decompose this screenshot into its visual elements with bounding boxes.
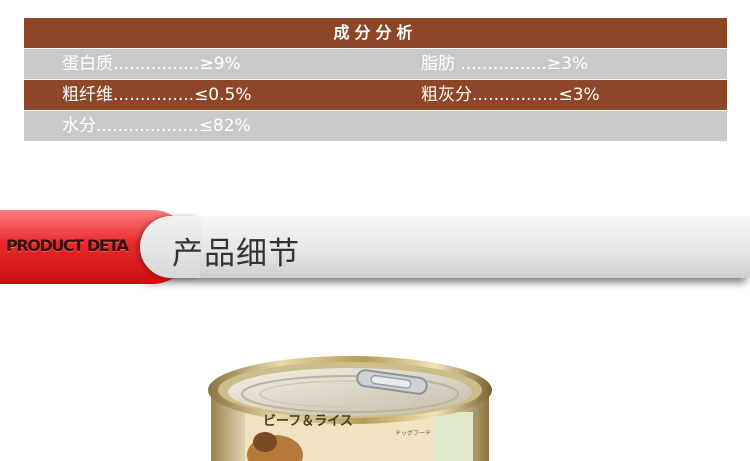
product-can-image: ビーフ＆ライス ドッグフード — [205, 350, 495, 461]
nutrition-cell-fiber: 粗纤维...............≤0.5% — [62, 85, 252, 105]
nutrition-cell-protein: 蛋白质................≥9% — [62, 54, 241, 74]
banner-tag: PRODUCT DETA — [6, 236, 129, 255]
product-detail-banner: PRODUCT DETA 产品细节 — [0, 210, 750, 286]
nutrition-cell-ash: 粗灰分................≤3% — [421, 85, 600, 105]
section-heading: 产品细节 — [172, 236, 300, 272]
can-label-main: ビーフ＆ライス — [263, 414, 353, 429]
can-label-sub: ドッグフード — [395, 430, 432, 437]
nutrition-title: 成分分析 — [24, 18, 727, 48]
nutrition-row: 水分...................≤82% — [24, 111, 727, 141]
nutrition-table: 成分分析 蛋白质................≥9% 脂肪 .........… — [24, 18, 727, 142]
nutrition-row: 蛋白质................≥9% 脂肪 ..............… — [24, 49, 727, 79]
nutrition-cell-fat: 脂肪 ................≥3% — [421, 54, 589, 74]
nutrition-cell-moisture: 水分...................≤82% — [62, 116, 251, 136]
can-illustration — [208, 356, 492, 461]
nutrition-row: 粗纤维...............≤0.5% 粗灰分.............… — [24, 80, 727, 110]
